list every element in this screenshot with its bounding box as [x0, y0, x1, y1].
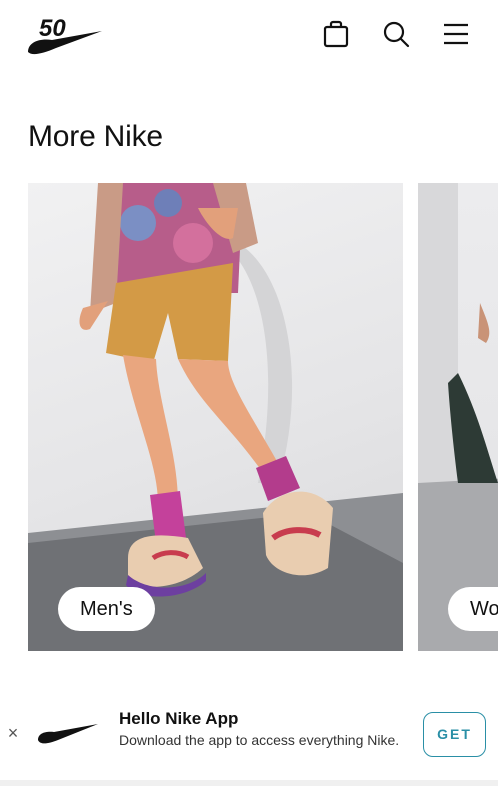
divider	[0, 780, 498, 786]
womens-photo	[418, 183, 498, 651]
banner-title: Hello Nike App	[119, 709, 239, 728]
mens-photo	[28, 183, 403, 651]
close-icon[interactable]: ×	[5, 724, 21, 742]
app-download-banner: × Hello Nike App Download the app to acc…	[0, 690, 498, 782]
hamburger-menu-icon	[444, 23, 468, 45]
nike-50-logo-icon[interactable]: 50	[26, 14, 106, 58]
category-card-women[interactable]: Wo	[418, 183, 498, 651]
search-button[interactable]	[380, 18, 412, 50]
section-title: More Nike	[28, 120, 163, 153]
logo-text: 50	[39, 15, 66, 42]
category-card-men[interactable]: Men's	[28, 183, 403, 651]
site-header: 50	[0, 0, 498, 72]
shopping-bag-icon	[323, 20, 349, 48]
menu-button[interactable]	[440, 18, 472, 50]
category-label-women[interactable]: Wo	[448, 587, 498, 631]
shopping-bag-button[interactable]	[320, 18, 352, 50]
banner-subtitle: Download the app to access everything Ni…	[119, 732, 400, 748]
search-icon	[383, 21, 410, 48]
get-app-button[interactable]: GET	[423, 712, 486, 757]
category-carousel[interactable]: Men's Wo	[0, 183, 498, 651]
nike-swoosh-icon	[38, 724, 98, 744]
category-label-men[interactable]: Men's	[58, 587, 155, 631]
